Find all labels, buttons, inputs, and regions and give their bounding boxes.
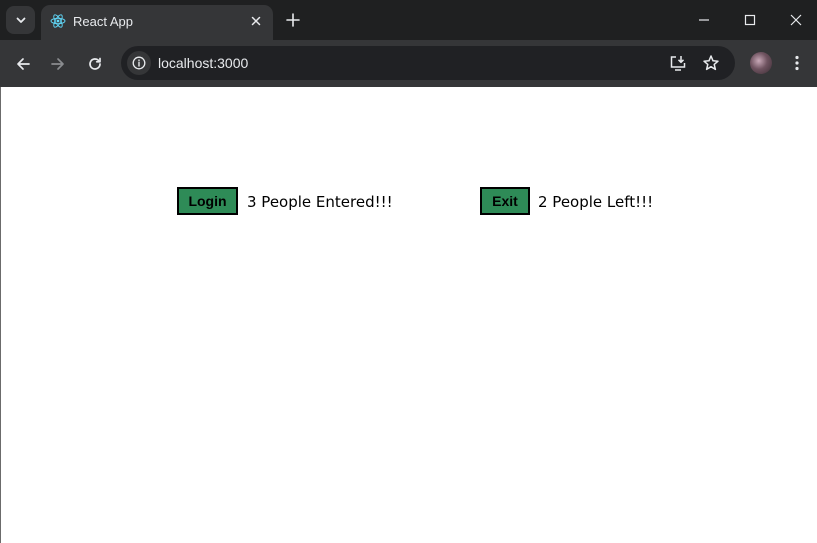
forward-button[interactable] (45, 51, 71, 77)
left-count-text: 2 People Left!!! (538, 193, 654, 211)
new-tab-button[interactable] (282, 9, 304, 31)
browser-chrome: React App localhost:3000 (0, 0, 817, 87)
maximize-icon (744, 14, 756, 26)
tab-search-button[interactable] (6, 6, 35, 34)
entered-count-text: 3 People Entered!!! (247, 193, 393, 211)
back-button[interactable] (10, 51, 36, 77)
react-logo-icon (50, 14, 66, 28)
bookmark-button[interactable] (702, 54, 720, 72)
reload-icon (89, 57, 101, 70)
arrow-left-icon (17, 58, 30, 70)
address-bar[interactable]: localhost:3000 (121, 46, 735, 80)
tab-strip: React App (0, 0, 817, 40)
profile-avatar[interactable] (750, 52, 772, 74)
tab-title: React App (73, 14, 133, 29)
page-content: Login 3 People Entered!!! Exit 2 People … (0, 87, 817, 543)
minimize-icon (699, 19, 709, 21)
exit-button[interactable]: Exit (480, 187, 530, 215)
maximize-button[interactable] (736, 6, 764, 34)
browser-toolbar: localhost:3000 (0, 40, 817, 87)
close-window-button[interactable] (782, 6, 810, 34)
minimize-button[interactable] (690, 6, 718, 34)
close-icon (251, 16, 261, 26)
info-icon (132, 56, 146, 70)
chevron-down-icon (16, 17, 25, 23)
close-icon (790, 14, 802, 26)
close-tab-button[interactable] (248, 13, 264, 29)
install-app-button[interactable] (669, 54, 687, 72)
star-icon (703, 55, 719, 71)
more-vertical-icon (795, 55, 799, 71)
tab-react-app[interactable]: React App (41, 5, 273, 40)
site-info-button[interactable] (127, 51, 151, 75)
install-app-icon (670, 56, 686, 71)
login-button[interactable]: Login (177, 187, 238, 215)
plus-icon (286, 13, 300, 27)
address-url[interactable]: localhost:3000 (158, 55, 248, 71)
browser-menu-button[interactable] (786, 52, 808, 74)
reload-button[interactable] (82, 51, 108, 77)
arrow-right-icon (51, 58, 64, 70)
